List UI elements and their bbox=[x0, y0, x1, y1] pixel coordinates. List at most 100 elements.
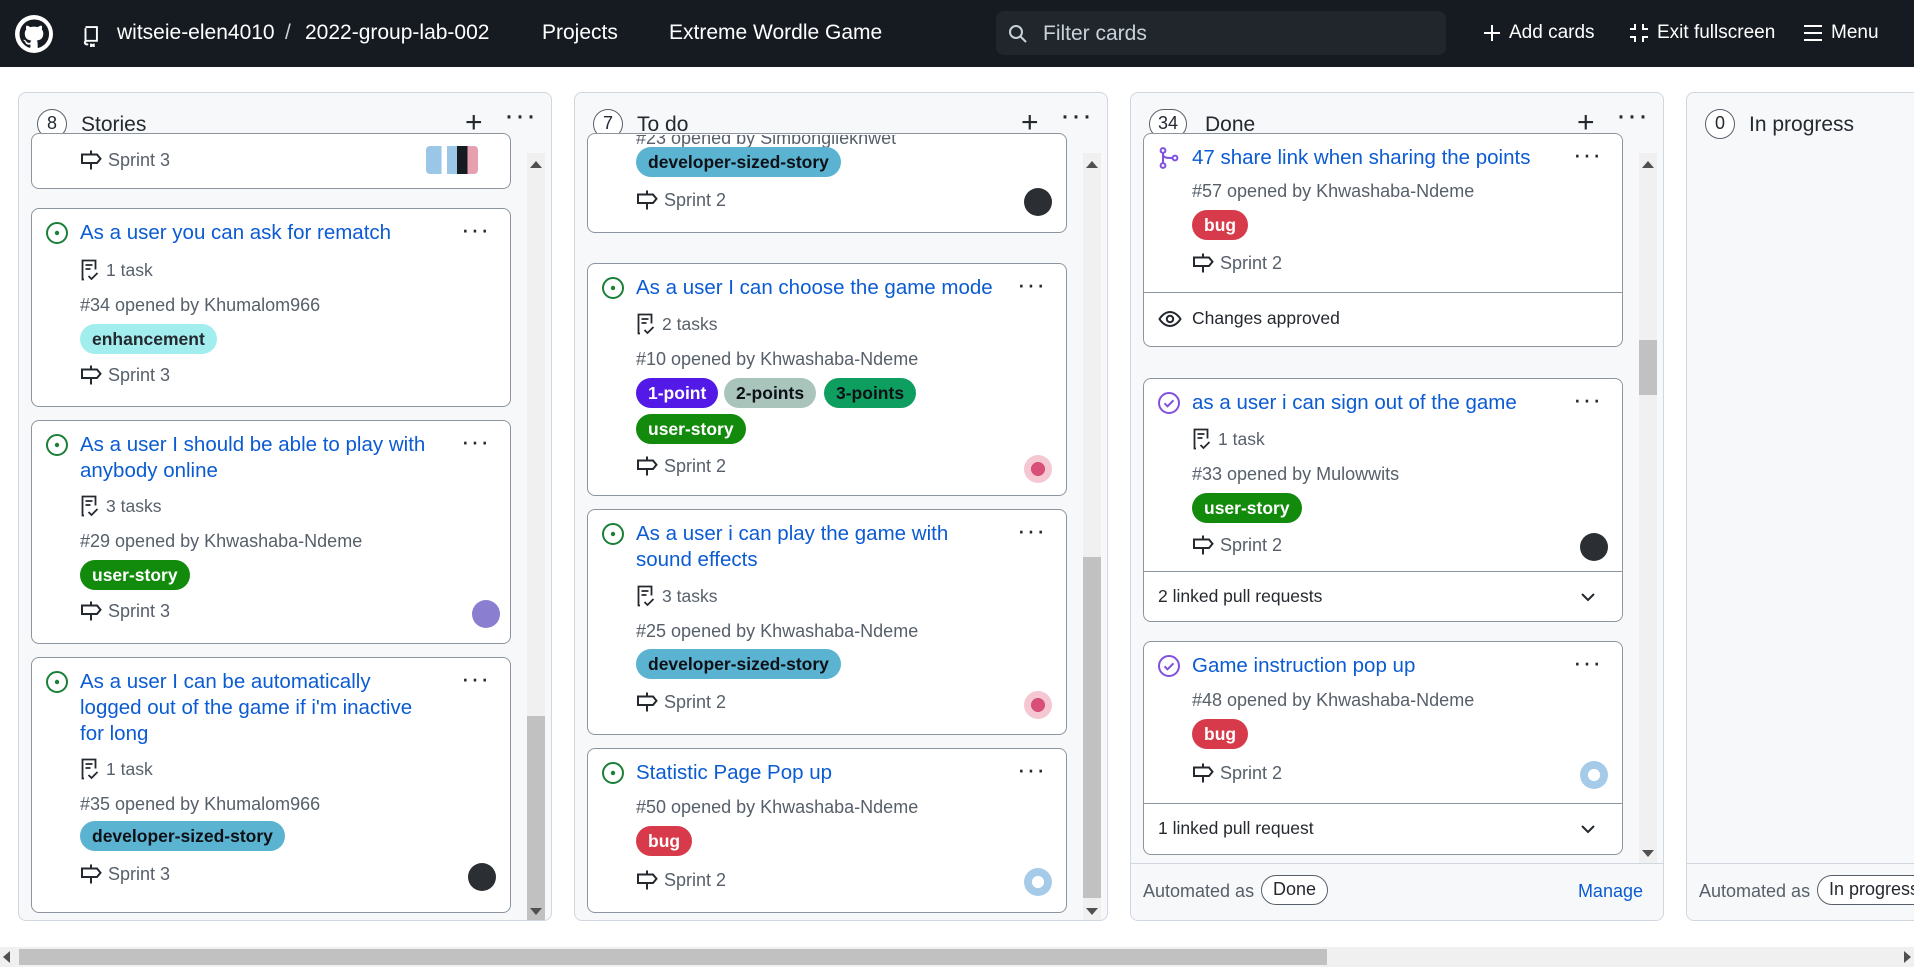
avatar[interactable] bbox=[468, 863, 496, 891]
milestone[interactable]: Sprint 2 bbox=[636, 691, 726, 713]
tasklist-icon bbox=[1192, 428, 1212, 450]
milestone[interactable]: Sprint 2 bbox=[636, 189, 726, 211]
card-more-icon[interactable]: ··· bbox=[1017, 271, 1046, 297]
label-2-points[interactable]: 2-points bbox=[724, 378, 817, 408]
exit-fullscreen-label: Exit fullscreen bbox=[1657, 22, 1776, 43]
card-title-link[interactable]: 47 share link when sharing the points bbox=[1192, 145, 1530, 171]
column-scrollbar[interactable] bbox=[1083, 153, 1101, 920]
issue-card[interactable]: as a user i can sign out of the game ···… bbox=[1143, 378, 1623, 622]
card-more-icon[interactable]: ··· bbox=[1573, 141, 1602, 167]
issue-card[interactable]: As a user I can be automatically logged … bbox=[31, 657, 511, 913]
column-more-icon[interactable]: ··· bbox=[504, 101, 537, 131]
issue-card[interactable]: As a user I can choose the game mode ···… bbox=[587, 263, 1067, 496]
pull-request-card[interactable]: 47 share link when sharing the points ··… bbox=[1143, 133, 1623, 347]
card-title-link[interactable]: As a user I can be automatically logged … bbox=[80, 669, 412, 747]
label-developer-sized-story[interactable]: developer-sized-story bbox=[80, 821, 285, 851]
scroll-up-icon[interactable] bbox=[1086, 161, 1098, 168]
issue-card[interactable]: As a user i can play the game with sound… bbox=[587, 509, 1067, 735]
card-more-icon[interactable]: ··· bbox=[1017, 756, 1046, 782]
avatar[interactable] bbox=[1024, 691, 1052, 719]
milestone[interactable]: Sprint 3 bbox=[80, 149, 170, 171]
avatar[interactable] bbox=[1580, 533, 1608, 561]
avatar[interactable] bbox=[472, 600, 500, 628]
avatar[interactable] bbox=[1580, 761, 1608, 789]
scroll-down-icon[interactable] bbox=[1086, 908, 1098, 915]
scrollbar-thumb[interactable] bbox=[527, 716, 545, 920]
card-title-link[interactable]: As a user you can ask for rematch bbox=[80, 220, 391, 246]
scroll-up-icon[interactable] bbox=[530, 161, 542, 168]
card-more-icon[interactable]: ··· bbox=[1573, 386, 1602, 412]
label-user-story[interactable]: user-story bbox=[636, 414, 746, 444]
card-more-icon[interactable]: ··· bbox=[1573, 649, 1602, 675]
column-in-progress: 0 In progress Automated as In progress bbox=[1686, 92, 1914, 921]
label-3-points[interactable]: 3-points bbox=[824, 378, 917, 408]
label-user-story[interactable]: user-story bbox=[80, 560, 190, 590]
label-user-story[interactable]: user-story bbox=[1192, 493, 1302, 523]
card-title-link[interactable]: as a user i can sign out of the game bbox=[1192, 390, 1517, 416]
label-enhancement[interactable]: enhancement bbox=[80, 324, 217, 354]
card-more-icon[interactable]: ··· bbox=[461, 665, 490, 691]
issue-card[interactable]: Statistic Page Pop up ··· #50 opened by … bbox=[587, 748, 1067, 913]
label-bug[interactable]: bug bbox=[636, 826, 693, 856]
card-title-link[interactable]: Statistic Page Pop up bbox=[636, 760, 832, 786]
issue-card[interactable]: As a user you can ask for rematch ··· 1 … bbox=[31, 208, 511, 407]
avatar[interactable] bbox=[1024, 868, 1052, 896]
scrollbar-thumb[interactable] bbox=[1083, 557, 1101, 898]
projects-link[interactable]: Projects bbox=[542, 21, 618, 45]
column-more-icon[interactable]: ··· bbox=[1060, 101, 1093, 131]
task-count: 2 tasks bbox=[662, 313, 718, 334]
breadcrumb-repo[interactable]: 2022-group-lab-002 bbox=[305, 21, 489, 45]
card-more-icon[interactable]: ··· bbox=[461, 216, 490, 242]
card-title-link[interactable]: As a user I can choose the game mode bbox=[636, 275, 993, 301]
linked-prs-toggle[interactable]: 1 linked pull request bbox=[1144, 803, 1622, 855]
milestone[interactable]: Sprint 2 bbox=[1192, 252, 1282, 274]
linked-prs-toggle[interactable]: 2 linked pull requests bbox=[1144, 571, 1622, 622]
exit-fullscreen-button[interactable]: Exit fullscreen bbox=[1629, 22, 1775, 44]
scroll-down-icon[interactable] bbox=[1642, 850, 1654, 857]
exit-fullscreen-icon bbox=[1630, 24, 1648, 42]
scroll-down-icon[interactable] bbox=[530, 908, 542, 915]
menu-button[interactable]: Menu bbox=[1803, 22, 1879, 44]
scroll-right-icon[interactable] bbox=[1904, 951, 1911, 963]
issue-card[interactable]: Game instruction pop up ··· #48 opened b… bbox=[1143, 641, 1623, 855]
avatar[interactable] bbox=[426, 146, 478, 174]
avatar[interactable] bbox=[1024, 188, 1052, 216]
breadcrumb-owner[interactable]: witseie-elen4010 bbox=[117, 21, 275, 45]
horizontal-scrollbar-thumb[interactable] bbox=[19, 949, 1327, 965]
issue-card[interactable]: #23 opened by Simbongilekhwet developer-… bbox=[587, 133, 1067, 233]
milestone[interactable]: Sprint 2 bbox=[1192, 762, 1282, 784]
milestone[interactable]: Sprint 2 bbox=[636, 869, 726, 891]
manage-automation-link[interactable]: Manage bbox=[1578, 881, 1643, 902]
horizontal-scrollbar[interactable] bbox=[0, 947, 1914, 967]
column-scrollbar[interactable] bbox=[527, 153, 545, 920]
milestone[interactable]: Sprint 3 bbox=[80, 600, 170, 622]
card-more-icon[interactable]: ··· bbox=[1017, 517, 1046, 543]
github-logo-icon[interactable] bbox=[14, 14, 54, 54]
filter-cards-input[interactable] bbox=[1041, 17, 1435, 51]
milestone[interactable]: Sprint 3 bbox=[80, 364, 170, 386]
issue-card[interactable]: Sprint 3 bbox=[31, 133, 511, 189]
scroll-up-icon[interactable] bbox=[1642, 161, 1654, 168]
label-bug[interactable]: bug bbox=[1192, 719, 1249, 749]
column-more-icon[interactable]: ··· bbox=[1616, 101, 1649, 131]
avatar[interactable] bbox=[1024, 455, 1052, 483]
card-title-link[interactable]: As a user I should be able to play with … bbox=[80, 432, 425, 484]
project-name-link[interactable]: Extreme Wordle Game bbox=[669, 21, 882, 45]
filter-cards-box[interactable] bbox=[996, 11, 1446, 55]
scroll-left-icon[interactable] bbox=[3, 951, 10, 963]
issue-card[interactable]: As a user I should be able to play with … bbox=[31, 420, 511, 644]
label-developer-sized-story[interactable]: developer-sized-story bbox=[636, 649, 841, 679]
column-scrollbar[interactable] bbox=[1639, 153, 1657, 865]
milestone[interactable]: Sprint 2 bbox=[636, 455, 726, 477]
card-title-link[interactable]: Game instruction pop up bbox=[1192, 653, 1415, 679]
card-title-link[interactable]: As a user i can play the game with sound… bbox=[636, 521, 948, 573]
milestone-icon bbox=[80, 863, 102, 885]
label-bug[interactable]: bug bbox=[1192, 210, 1249, 240]
add-cards-button[interactable]: Add cards bbox=[1483, 22, 1595, 44]
label-developer-sized-story[interactable]: developer-sized-story bbox=[636, 147, 841, 177]
scrollbar-thumb[interactable] bbox=[1639, 340, 1657, 395]
milestone[interactable]: Sprint 3 bbox=[80, 863, 170, 885]
card-more-icon[interactable]: ··· bbox=[461, 428, 490, 454]
label-1-point[interactable]: 1-point bbox=[636, 378, 719, 408]
milestone[interactable]: Sprint 2 bbox=[1192, 534, 1282, 556]
